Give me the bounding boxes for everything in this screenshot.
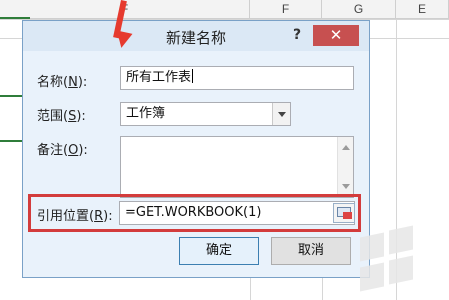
watermark-shape — [389, 225, 413, 255]
watermark-shape — [389, 255, 413, 285]
red-arrow-icon — [113, 30, 133, 50]
comment-label: 备注(O): — [37, 143, 88, 158]
reference-label: 引用位置(R): — [37, 209, 113, 224]
range-select-icon-marker — [343, 212, 352, 219]
scope-select[interactable]: 工作簿 — [120, 102, 291, 126]
name-label: 名称(N): — [37, 75, 88, 90]
selection-border — [0, 95, 22, 97]
comment-textarea[interactable] — [120, 136, 354, 198]
close-button[interactable]: ✕ — [313, 25, 359, 46]
column-header-e[interactable]: E — [396, 0, 449, 19]
new-name-dialog: 新建名称 ? ✕ 名称(N): 所有工作表 范围(S): 工作簿 备注(O): … — [22, 20, 370, 278]
reference-input[interactable]: =GET.WORKBOOK(1) — [119, 201, 355, 225]
column-header-g[interactable]: G — [322, 0, 396, 19]
scope-label: 范围(S): — [37, 109, 86, 124]
scope-dropdown-button[interactable] — [272, 103, 290, 125]
selection-border — [0, 140, 22, 142]
range-select-button[interactable] — [333, 203, 355, 223]
scroll-up-icon[interactable] — [342, 145, 350, 150]
ok-button[interactable]: 确定 — [179, 237, 259, 265]
dialog-titlebar[interactable]: 新建名称 ? ✕ — [23, 21, 369, 51]
column-header-f[interactable]: F — [250, 0, 322, 19]
selection-border — [0, 17, 30, 19]
chevron-down-icon — [278, 112, 286, 117]
cancel-button[interactable]: 取消 — [271, 237, 351, 265]
comment-scrollbar[interactable] — [337, 137, 353, 197]
watermark-shape — [360, 262, 384, 292]
scroll-down-icon[interactable] — [342, 184, 350, 189]
help-button[interactable]: ? — [289, 27, 305, 43]
watermark-shape — [360, 232, 384, 262]
name-input[interactable]: 所有工作表 — [120, 66, 354, 90]
